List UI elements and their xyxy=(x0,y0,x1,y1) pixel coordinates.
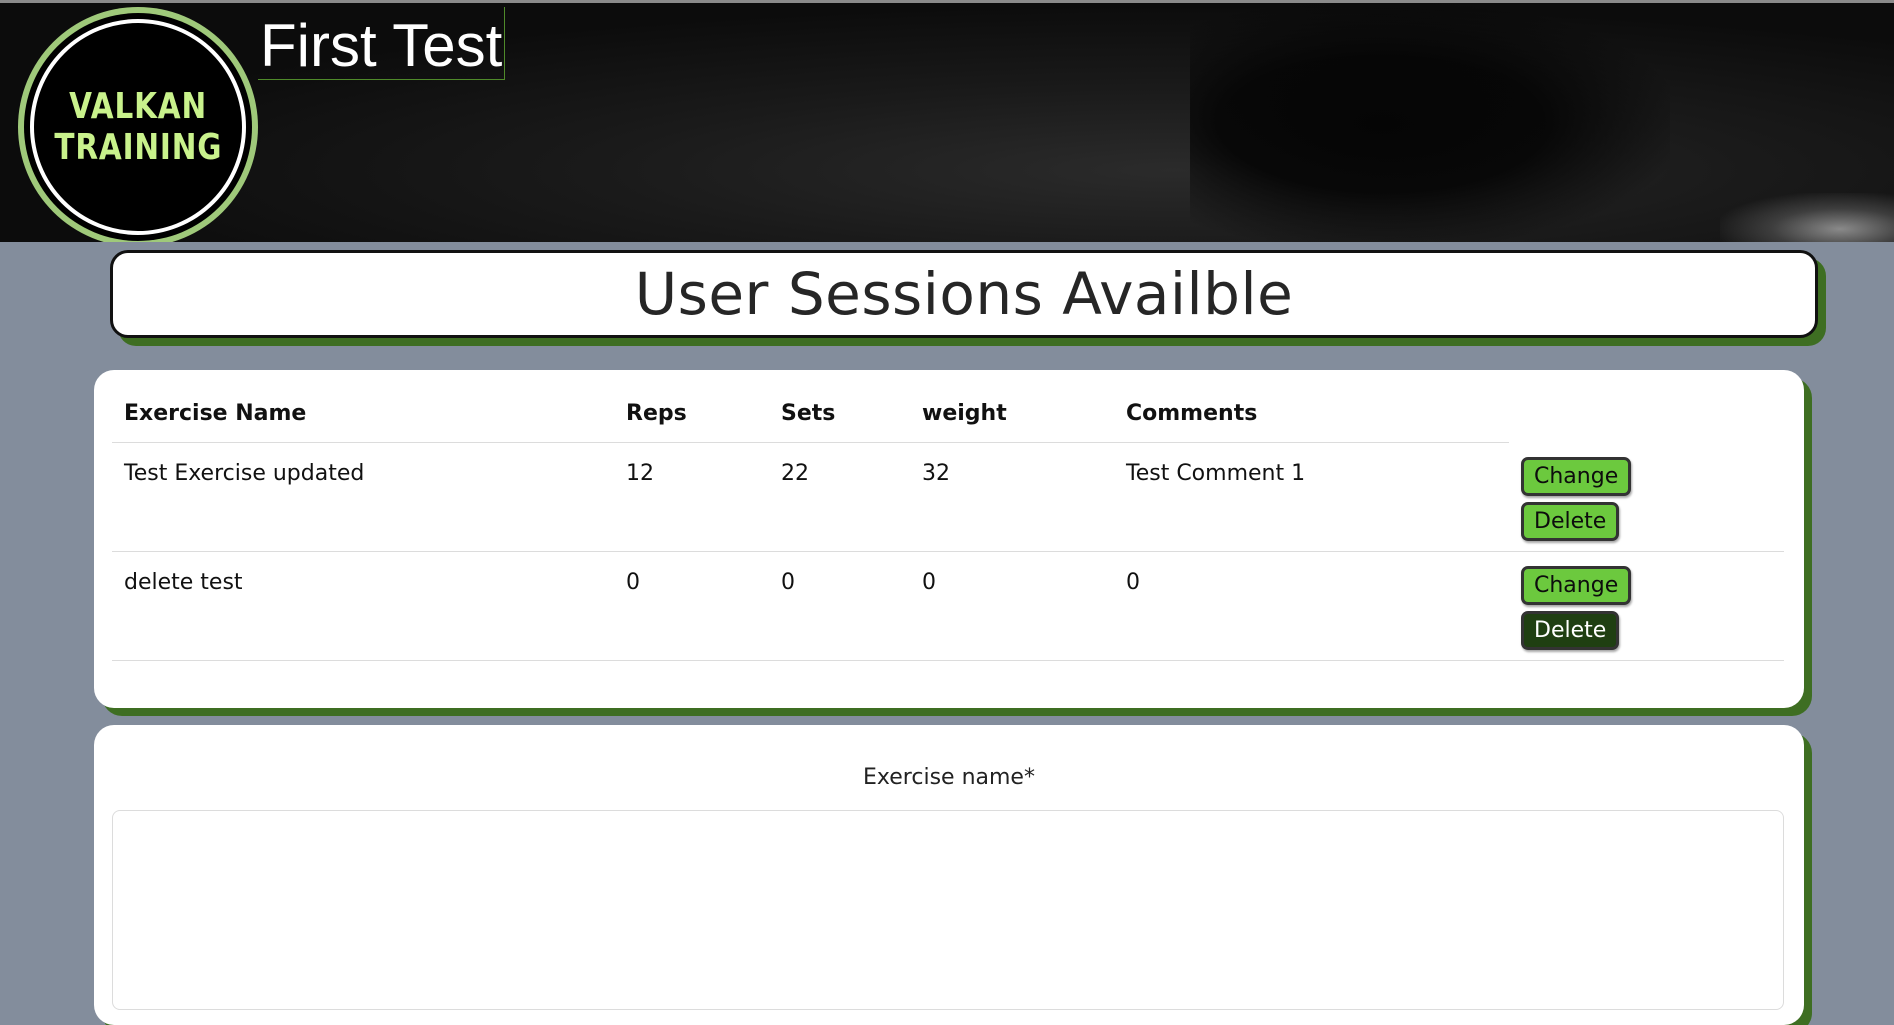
delete-button[interactable]: Delete xyxy=(1521,611,1620,650)
logo-ring: VALKAN TRAINING xyxy=(24,13,252,241)
cell-sets: 22 xyxy=(769,442,910,552)
sessions-table-card: Exercise Name Reps Sets weight Comments … xyxy=(94,370,1804,708)
sessions-table: Exercise Name Reps Sets weight Comments … xyxy=(112,384,1784,661)
exercise-name-label: Exercise name* xyxy=(863,765,1035,790)
table-row: delete test 0 0 0 0 Change Delete xyxy=(112,551,1784,661)
header-background-image xyxy=(1190,3,1670,242)
cell-sets: 0 xyxy=(769,551,910,661)
exercise-form-card: Exercise name* xyxy=(94,725,1804,1025)
site-title: First Test xyxy=(258,7,506,80)
logo-text-valkan: VALKAN xyxy=(69,85,207,127)
delete-button[interactable]: Delete xyxy=(1521,501,1620,541)
change-button[interactable]: Change xyxy=(1521,456,1632,496)
header-background-highlight xyxy=(1720,193,1894,242)
column-header-weight: weight xyxy=(910,384,1114,443)
cell-weight: 0 xyxy=(910,551,1114,661)
logo-badge: VALKAN TRAINING xyxy=(30,19,246,235)
header-banner: VALKAN TRAINING First Test xyxy=(0,0,1894,242)
column-header-comments: Comments xyxy=(1114,384,1509,443)
cell-exercise-name: Test Exercise updated xyxy=(112,442,614,552)
logo-text-training: TRAINING xyxy=(54,127,222,168)
cell-reps: 12 xyxy=(614,442,769,552)
logo[interactable]: VALKAN TRAINING xyxy=(18,7,258,242)
table-row: Test Exercise updated 12 22 32 Test Comm… xyxy=(112,442,1784,552)
cell-comments: 0 xyxy=(1114,551,1509,661)
page-title-banner: User Sessions Availble xyxy=(110,250,1818,338)
cell-exercise-name: delete test xyxy=(112,551,614,661)
table-header-row: Exercise Name Reps Sets weight Comments xyxy=(112,384,1784,443)
column-header-actions xyxy=(1509,384,1784,443)
column-header-sets: Sets xyxy=(769,384,910,443)
exercise-name-input[interactable] xyxy=(112,810,1784,1010)
change-button[interactable]: Change xyxy=(1521,566,1632,605)
page-title: User Sessions Availble xyxy=(634,260,1294,328)
cell-weight: 32 xyxy=(910,442,1114,552)
column-header-reps: Reps xyxy=(614,384,769,443)
cell-actions: Change Delete xyxy=(1509,442,1784,552)
cell-comments: Test Comment 1 xyxy=(1114,442,1509,552)
column-header-exercise-name: Exercise Name xyxy=(112,384,614,443)
cell-reps: 0 xyxy=(614,551,769,661)
cell-actions: Change Delete xyxy=(1509,551,1784,661)
